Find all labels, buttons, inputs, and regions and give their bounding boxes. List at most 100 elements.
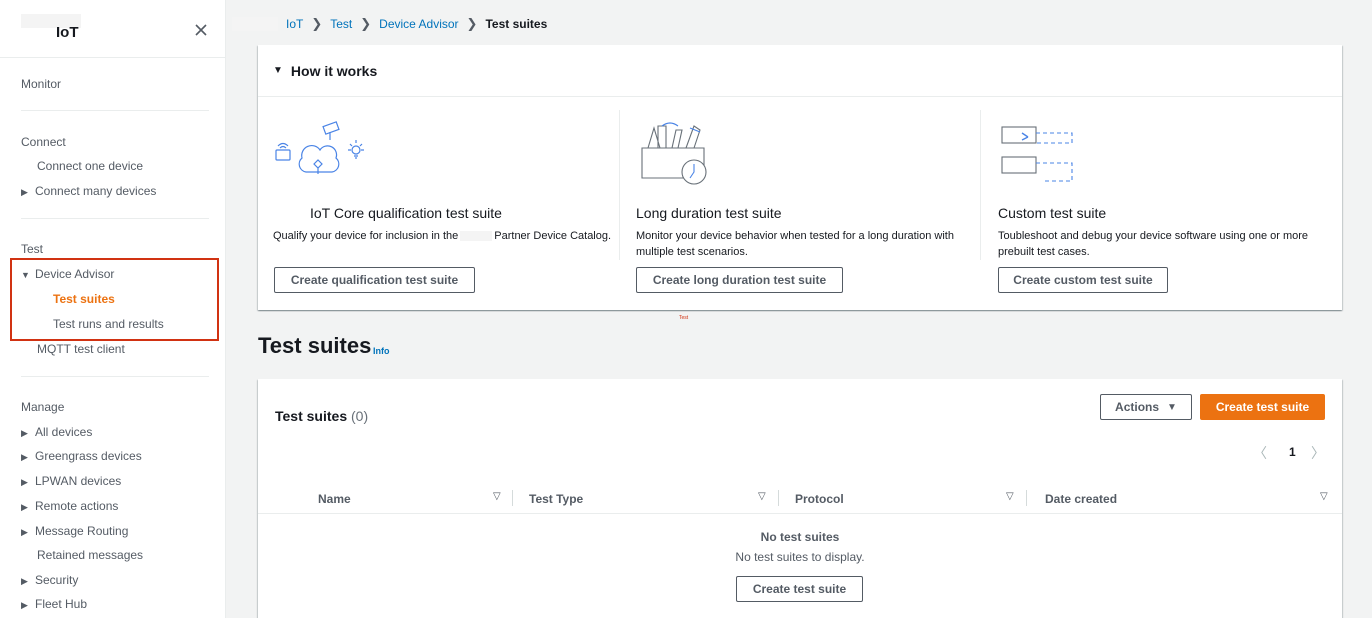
- sidebar-item-all-devices[interactable]: ▶ All devices: [21, 425, 92, 439]
- sort-down-icon[interactable]: ▽: [1006, 491, 1014, 502]
- table-header-row: Name ▽ Test Type ▽ Protocol ▽ Date creat…: [258, 482, 1342, 514]
- sidebar-item-lpwan-devices[interactable]: ▶ LPWAN devices: [21, 474, 121, 488]
- table-count: (0): [351, 408, 369, 424]
- caret-right-icon: ▶: [21, 187, 28, 197]
- chevron-left-icon[interactable]: 〈: [1253, 443, 1267, 463]
- sidebar-item-label: LPWAN devices: [35, 474, 122, 488]
- breadcrumb-current: Test suites: [485, 17, 548, 31]
- empty-state-description: No test suites to display.: [735, 550, 865, 564]
- sidebar-item-label: Fleet Hub: [35, 597, 88, 611]
- caret-right-icon: ▶: [21, 452, 28, 462]
- column-divider: [778, 490, 779, 506]
- column-divider: [512, 490, 513, 506]
- page-title: Test suites: [258, 333, 372, 358]
- empty-state-title: No test suites: [760, 530, 840, 544]
- caret-right-icon: ▶: [21, 428, 28, 438]
- sidebar-item-greengrass-devices[interactable]: ▶ Greengrass devices: [21, 449, 142, 463]
- toolbox-clock-icon: [641, 122, 707, 185]
- create-long-duration-test-suite-button[interactable]: Create long duration test suite: [636, 267, 843, 293]
- qualification-desc-part-1: Qualify your device for inclusion in the: [273, 230, 459, 242]
- custom-suite-description: Toubleshoot and debug your device softwa…: [998, 230, 1309, 258]
- create-qualification-test-suite-button[interactable]: Create qualification test suite: [274, 267, 475, 293]
- long-duration-suite-description: Monitor your device behavior when tested…: [636, 230, 954, 258]
- sidebar-divider: [21, 110, 209, 111]
- breadcrumb-device-advisor[interactable]: Device Advisor: [379, 17, 458, 31]
- caret-down-icon: ▼: [1167, 401, 1177, 413]
- long-duration-suite-title: Long duration test suite: [636, 205, 782, 221]
- caret-right-icon: ▶: [21, 477, 28, 487]
- custom-suite-illustration-icon: [1001, 126, 1073, 182]
- sidebar-item-fleet-hub[interactable]: ▶ Fleet Hub: [21, 597, 87, 611]
- sidebar-section-test: Test: [21, 242, 44, 256]
- sidebar-item-retained-messages[interactable]: Retained messages: [37, 548, 143, 562]
- create-test-suite-button[interactable]: Create test suite: [1200, 394, 1325, 420]
- sort-down-icon[interactable]: ▽: [493, 491, 501, 502]
- table-title: Test suites (0): [275, 408, 368, 424]
- sidebar-item-mqtt-test-client[interactable]: MQTT test client: [37, 342, 125, 356]
- redacted-text: [232, 17, 278, 31]
- sidebar-item-connect-many-devices[interactable]: ▶ Connect many devices: [21, 184, 156, 198]
- sidebar-item-connect-one-device[interactable]: Connect one device: [37, 159, 143, 173]
- sidebar-item-device-advisor[interactable]: ▼ Device Advisor: [21, 267, 114, 281]
- sidebar-title: IoT: [56, 24, 79, 41]
- sidebar-item-security[interactable]: ▶ Security: [21, 573, 78, 587]
- how-it-works-panel: ▼ How it works IoT Core qualification te…: [258, 45, 1342, 310]
- sidebar-item-label: Remote actions: [35, 499, 119, 513]
- sort-down-icon[interactable]: ▽: [1320, 491, 1328, 502]
- sidebar-divider: [21, 218, 209, 219]
- breadcrumb: IoT ❯ Test ❯ Device Advisor ❯ Test suite…: [232, 16, 547, 32]
- empty-create-test-suite-button[interactable]: Create test suite: [736, 576, 863, 602]
- caret-right-icon: ▶: [21, 527, 28, 537]
- how-it-works-toggle[interactable]: ▼ How it works: [258, 45, 1342, 97]
- side-navigation: IoT Monitor Connect Connect one device ▶…: [0, 0, 226, 618]
- info-link[interactable]: Info: [373, 346, 390, 356]
- table-title-text: Test suites: [275, 408, 348, 424]
- caret-right-icon: ▶: [21, 576, 28, 586]
- qualification-desc-part-2: Partner Device Catalog.: [494, 230, 612, 242]
- sort-down-icon[interactable]: ▽: [758, 491, 766, 502]
- column-divider: [1026, 490, 1027, 506]
- test-suites-table-panel: Test suites (0) Actions ▼ Create test su…: [258, 379, 1342, 618]
- sidebar-item-test-runs-and-results[interactable]: Test runs and results: [53, 317, 164, 331]
- column-header-date-created[interactable]: Date created: [1045, 492, 1117, 506]
- sidebar-item-monitor[interactable]: Monitor: [21, 77, 61, 91]
- column-header-name[interactable]: Name: [318, 492, 351, 506]
- caret-down-icon: ▼: [273, 65, 283, 76]
- close-icon[interactable]: [193, 22, 209, 38]
- chevron-right-icon: ❯: [466, 16, 478, 31]
- sidebar-item-label: Greengrass devices: [35, 449, 142, 463]
- sidebar-item-remote-actions[interactable]: ▶ Remote actions: [21, 499, 118, 513]
- iot-core-illustration-icon: [275, 121, 364, 174]
- sidebar-item-label: Connect many devices: [35, 184, 157, 198]
- create-custom-test-suite-button[interactable]: Create custom test suite: [998, 267, 1168, 293]
- sidebar-item-label: Message Routing: [35, 524, 129, 538]
- redacted-text: [460, 231, 493, 242]
- column-header-protocol[interactable]: Protocol: [795, 492, 844, 506]
- custom-suite-title: Custom test suite: [998, 205, 1107, 221]
- column-divider: [619, 110, 620, 260]
- sidebar-item-label: Security: [35, 573, 79, 587]
- tiny-label: Test: [679, 315, 689, 321]
- sidebar-section-connect: Connect: [21, 135, 66, 149]
- caret-right-icon: ▶: [21, 600, 28, 610]
- caret-right-icon: ▶: [21, 502, 28, 512]
- chevron-right-icon[interactable]: 〉: [1311, 443, 1325, 463]
- sidebar-item-label: All devices: [35, 425, 93, 439]
- qualification-suite-description: Qualify your device for inclusion in the…: [273, 228, 613, 244]
- page-number[interactable]: 1: [1289, 445, 1296, 459]
- chevron-right-icon: ❯: [360, 16, 372, 31]
- caret-down-icon: ▼: [21, 270, 30, 280]
- actions-dropdown-button[interactable]: Actions ▼: [1100, 394, 1192, 420]
- sidebar-divider: [21, 376, 209, 377]
- sidebar-section-manage: Manage: [21, 400, 65, 414]
- sidebar-item-message-routing[interactable]: ▶ Message Routing: [21, 524, 128, 538]
- sidebar-item-label: Device Advisor: [35, 267, 115, 281]
- sidebar-item-test-suites[interactable]: Test suites: [53, 292, 115, 306]
- chevron-right-icon: ❯: [311, 16, 323, 31]
- qualification-suite-title: IoT Core qualification test suite: [310, 205, 502, 221]
- column-header-test-type[interactable]: Test Type: [529, 492, 583, 506]
- breadcrumb-iot[interactable]: IoT: [286, 17, 303, 31]
- breadcrumb-test[interactable]: Test: [330, 17, 352, 31]
- how-it-works-heading: How it works: [290, 62, 378, 79]
- sidebar-header: IoT: [0, 0, 226, 58]
